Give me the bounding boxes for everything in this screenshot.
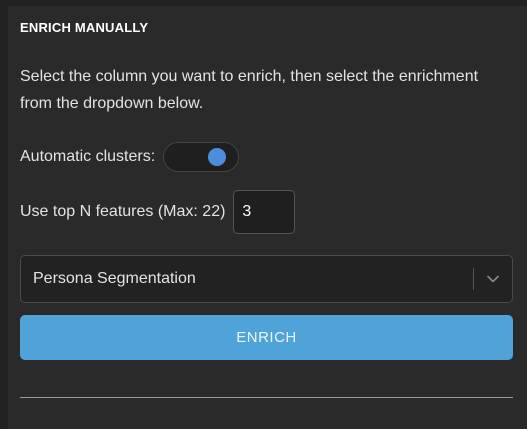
enrichment-select[interactable]: Persona Segmentation: [20, 255, 513, 303]
top-n-features-input[interactable]: [233, 190, 296, 234]
divider: [20, 397, 513, 398]
section-description: Select the column you want to enrich, th…: [20, 68, 479, 112]
automatic-clusters-row: Automatic clusters:: [20, 142, 240, 172]
top-n-features-label: Use top N features (Max: 22): [20, 203, 226, 220]
chevron-down-icon[interactable]: [474, 256, 512, 302]
enrich-manually-panel: ENRICH MANUALLY Select the column you wa…: [8, 6, 527, 429]
section-title: ENRICH MANUALLY: [20, 20, 149, 35]
automatic-clusters-label: Automatic clusters:: [20, 148, 156, 165]
automatic-clusters-toggle[interactable]: [163, 142, 240, 172]
enrichment-select-value: Persona Segmentation: [33, 270, 196, 287]
toggle-knob: [208, 148, 227, 166]
top-n-features-row: Use top N features (Max: 22): [20, 190, 296, 234]
enrich-button[interactable]: ENRICH: [20, 315, 513, 360]
